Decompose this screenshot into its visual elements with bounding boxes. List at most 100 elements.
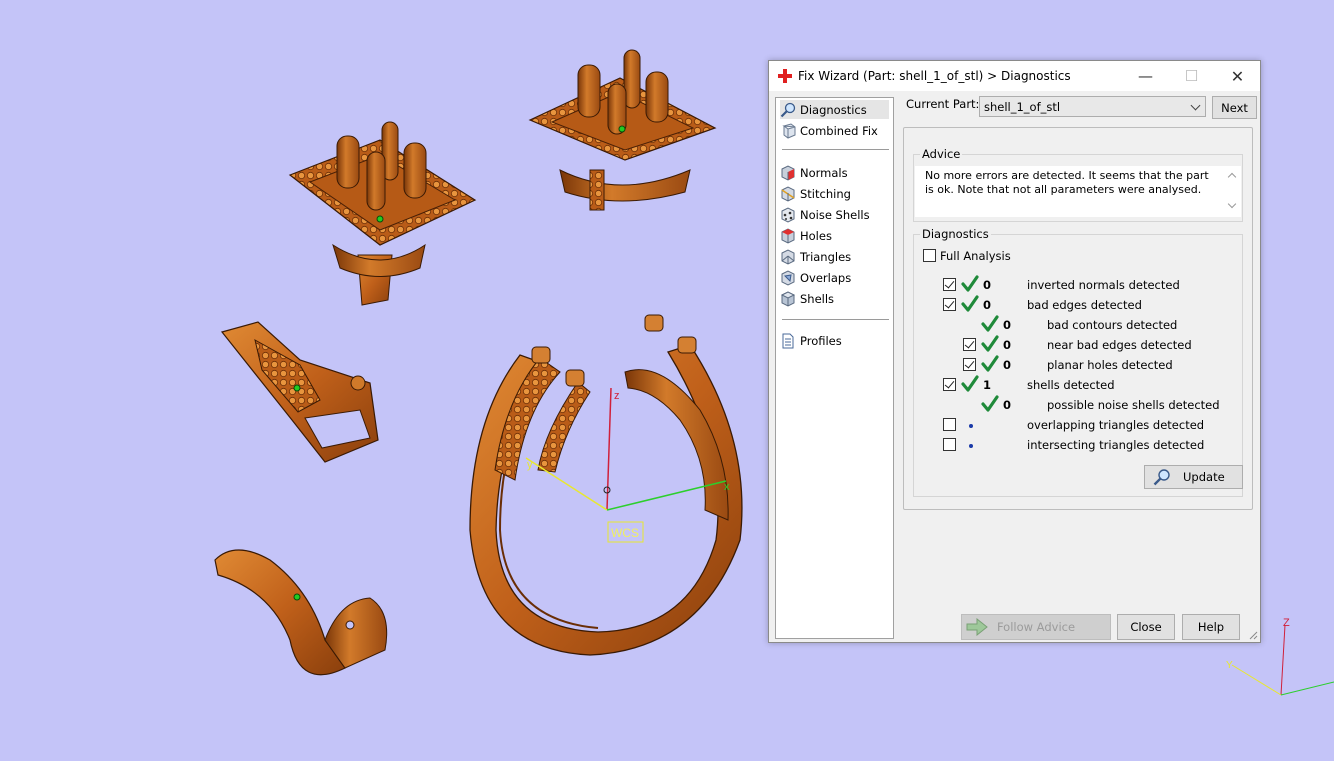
holes-cube-icon bbox=[781, 227, 795, 244]
bad-edges-label: bad edges detected bbox=[1027, 298, 1142, 312]
stitching-cube-icon bbox=[781, 185, 795, 202]
inverted-normals-label: inverted normals detected bbox=[1027, 278, 1180, 292]
red-cross-icon bbox=[778, 69, 792, 83]
close-window-button[interactable]: ✕ bbox=[1215, 61, 1260, 91]
near-bad-edges-checkbox[interactable] bbox=[963, 338, 976, 351]
intersecting-triangles-label: intersecting triangles detected bbox=[1027, 438, 1205, 452]
nav-label: Normals bbox=[800, 165, 848, 180]
shells-checkbox[interactable] bbox=[943, 378, 956, 391]
triangles-cube-icon bbox=[781, 248, 795, 265]
window-title: Fix Wizard (Part: shell_1_of_stl) > Diag… bbox=[798, 69, 1071, 83]
nav-item-profiles[interactable]: Profiles bbox=[780, 331, 889, 350]
resize-grip-icon[interactable] bbox=[1248, 630, 1258, 640]
nav-label: Triangles bbox=[800, 249, 852, 264]
nav-label: Combined Fix bbox=[800, 123, 878, 138]
nav-label: Shells bbox=[800, 291, 835, 306]
overlapping-triangles-checkbox[interactable] bbox=[943, 418, 956, 431]
full-analysis-checkbox[interactable] bbox=[923, 249, 936, 262]
diagnostics-group: Diagnostics Full Analysis 0 inverted nor… bbox=[913, 227, 1243, 497]
shank-segment[interactable] bbox=[220, 321, 379, 463]
checkmark-icon bbox=[981, 315, 999, 332]
nav-item-combined-fix[interactable]: Combined Fix bbox=[780, 121, 889, 140]
maximize-button[interactable]: ☐ bbox=[1169, 61, 1214, 91]
minimize-button[interactable]: — bbox=[1123, 61, 1168, 91]
inverted-normals-checkbox[interactable] bbox=[943, 278, 956, 291]
planar-holes-checkbox[interactable] bbox=[963, 358, 976, 371]
shells-count: 1 bbox=[983, 378, 992, 392]
chevron-down-icon bbox=[1190, 100, 1201, 111]
full-analysis-label: Full Analysis bbox=[940, 249, 1011, 263]
checkmark-icon bbox=[981, 395, 999, 412]
noise-shells-count: 0 bbox=[1003, 398, 1012, 412]
magnifier-icon bbox=[1153, 469, 1170, 486]
advice-text: No more errors are detected. It seems th… bbox=[925, 169, 1209, 196]
scroll-down-icon[interactable] bbox=[1227, 199, 1237, 209]
follow-advice-label: Follow Advice bbox=[996, 620, 1076, 634]
overlapping-triangles-label: overlapping triangles detected bbox=[1027, 418, 1205, 432]
magnifier-icon bbox=[780, 102, 796, 117]
nav-item-overlaps[interactable]: Overlaps bbox=[780, 268, 889, 287]
planar-holes-count: 0 bbox=[1003, 358, 1012, 372]
overlaps-cube-icon bbox=[781, 269, 795, 286]
nav-item-stitching[interactable]: Stitching bbox=[780, 184, 889, 203]
bad-edges-count: 0 bbox=[983, 298, 992, 312]
near-bad-edges-label: near bad edges detected bbox=[1047, 338, 1192, 352]
title-bar[interactable]: Fix Wizard (Part: shell_1_of_stl) > Diag… bbox=[769, 61, 1260, 91]
nav-label: Profiles bbox=[800, 333, 842, 348]
intersecting-triangles-checkbox[interactable] bbox=[943, 438, 956, 451]
pending-dot-icon bbox=[969, 424, 973, 428]
arrow-right-icon bbox=[966, 618, 988, 636]
nav-item-shells[interactable]: Shells bbox=[780, 289, 889, 308]
axis-z-label: z bbox=[614, 390, 620, 402]
current-part-label: Current Part: bbox=[906, 97, 980, 111]
current-part-value: shell_1_of_stl bbox=[984, 100, 1061, 114]
update-label: Update bbox=[1183, 470, 1225, 484]
bad-edges-checkbox[interactable] bbox=[943, 298, 956, 311]
nav-item-diagnostics[interactable]: Diagnostics bbox=[780, 100, 889, 119]
setting-head-left[interactable] bbox=[288, 121, 477, 306]
mini-axis-z-label: Z bbox=[1283, 617, 1290, 629]
ring-band[interactable] bbox=[469, 314, 743, 656]
follow-advice-button[interactable]: Follow Advice bbox=[961, 614, 1111, 640]
close-button[interactable]: Close bbox=[1117, 614, 1175, 640]
checkmark-icon bbox=[981, 335, 999, 352]
diagnostics-title: Diagnostics bbox=[920, 227, 991, 241]
advice-title: Advice bbox=[920, 147, 963, 161]
shells-label: shells detected bbox=[1027, 378, 1115, 392]
diagnostics-panel: Advice No more errors are detected. It s… bbox=[903, 127, 1253, 510]
nav-item-holes[interactable]: Holes bbox=[780, 226, 889, 245]
setting-head-right[interactable] bbox=[528, 49, 717, 211]
nav-label: Stitching bbox=[800, 186, 851, 201]
nav-item-normals[interactable]: Normals bbox=[780, 163, 889, 182]
nav-item-noise-shells[interactable]: Noise Shells bbox=[780, 205, 889, 224]
nav-label: Diagnostics bbox=[800, 102, 867, 117]
mini-axis-y-label: Y bbox=[1226, 660, 1233, 671]
checkmark-icon bbox=[961, 375, 979, 392]
axis-y-label: y bbox=[527, 459, 533, 471]
advice-scrollbar[interactable] bbox=[1225, 166, 1241, 217]
wcs-label: WCS bbox=[611, 526, 639, 540]
help-button[interactable]: Help bbox=[1182, 614, 1240, 640]
normals-cube-icon bbox=[781, 164, 795, 181]
nav-item-triangles[interactable]: Triangles bbox=[780, 247, 889, 266]
noise-shells-icon bbox=[781, 206, 795, 223]
current-part-select[interactable]: shell_1_of_stl bbox=[979, 96, 1206, 117]
nav-divider bbox=[782, 319, 889, 320]
advice-textarea[interactable]: No more errors are detected. It seems th… bbox=[915, 166, 1241, 217]
update-button[interactable]: Update bbox=[1144, 465, 1243, 489]
advice-group: Advice No more errors are detected. It s… bbox=[913, 147, 1243, 222]
planar-holes-label: planar holes detected bbox=[1047, 358, 1173, 372]
wizard-nav: Diagnostics Combined Fix Normals Stitchi… bbox=[775, 97, 894, 639]
document-icon bbox=[782, 333, 794, 348]
bad-contours-count: 0 bbox=[1003, 318, 1012, 332]
bad-contours-label: bad contours detected bbox=[1047, 318, 1178, 332]
checkmark-icon bbox=[961, 295, 979, 312]
shells-cube-icon bbox=[780, 290, 796, 307]
next-button[interactable]: Next bbox=[1212, 96, 1257, 119]
scroll-up-icon[interactable] bbox=[1227, 172, 1237, 182]
pending-dot-icon bbox=[969, 444, 973, 448]
noise-shells-label: possible noise shells detected bbox=[1047, 398, 1220, 412]
band-piece[interactable] bbox=[214, 549, 388, 676]
checkmark-icon bbox=[961, 275, 979, 292]
nav-divider bbox=[782, 149, 889, 150]
